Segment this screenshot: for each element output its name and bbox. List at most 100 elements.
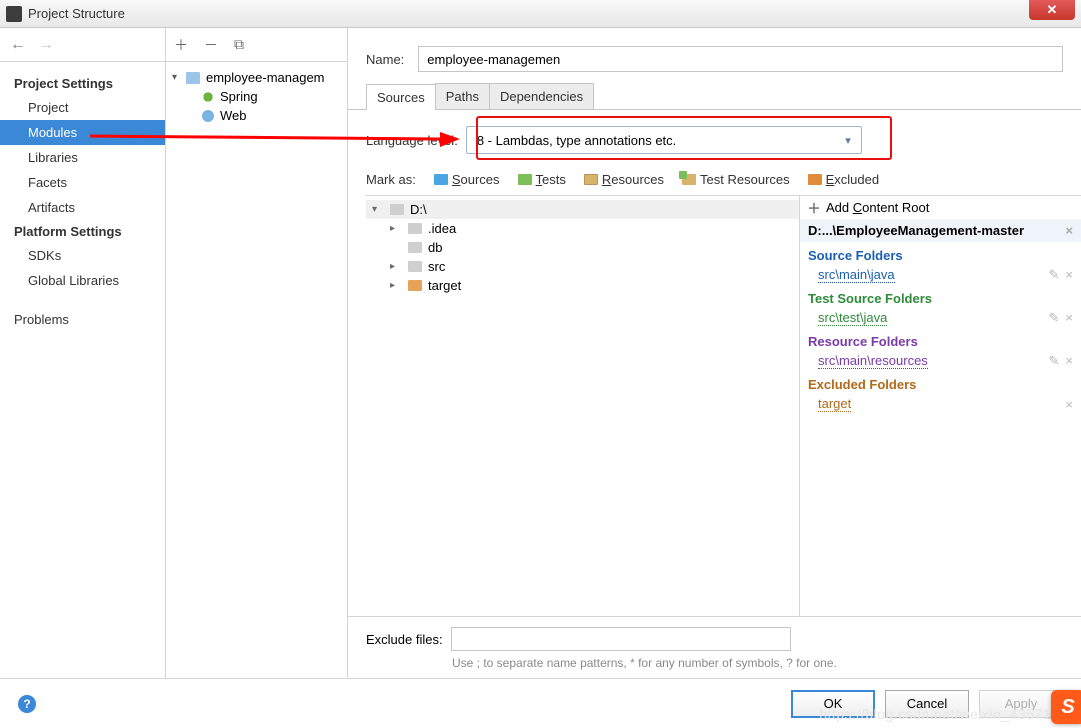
mark-tests[interactable]: Tests — [518, 172, 566, 187]
mark-sources[interactable]: Sources — [434, 172, 500, 187]
nav-item-global-libraries[interactable]: Global Libraries — [0, 268, 165, 293]
mark-resources[interactable]: Resources — [584, 172, 664, 187]
footer: ? OK Cancel Apply — [0, 678, 1081, 728]
exclude-files-label: Exclude files: — [366, 632, 443, 647]
ok-button[interactable]: OK — [791, 690, 875, 718]
tree-node-label: .idea — [428, 221, 456, 236]
test-source-folder-item[interactable]: src\test\java ✎× — [800, 308, 1081, 328]
left-sidebar: ← → Project Settings Project Modules Lib… — [0, 28, 166, 678]
lang-level-select[interactable]: 8 - Lambdas, type annotations etc. ▾ — [466, 126, 862, 154]
excluded-folder-icon — [808, 174, 822, 185]
exclude-files-input[interactable] — [451, 627, 791, 651]
tree-node-idea[interactable]: ▸ .idea — [366, 219, 799, 238]
resource-folder-item[interactable]: src\main\resources ✎× — [800, 351, 1081, 371]
remove-icon[interactable]: × — [1065, 397, 1073, 412]
remove-root-icon[interactable]: × — [1065, 223, 1073, 238]
excluded-folder-item[interactable]: target × — [800, 394, 1081, 414]
content-root-panel: ＋ Add Content Root D:...\EmployeeManagem… — [799, 196, 1081, 616]
close-button[interactable]: ✕ — [1029, 0, 1075, 20]
remove-icon[interactable]: × — [1065, 353, 1073, 369]
tab-sources[interactable]: Sources — [366, 84, 436, 110]
plus-icon: ＋ — [808, 202, 820, 214]
nav-forward-icon[interactable]: → — [38, 36, 54, 54]
titlebar: Project Structure ✕ — [0, 0, 1081, 28]
folder-icon — [408, 261, 422, 272]
section-platform-settings: Platform Settings — [0, 220, 165, 243]
nav-item-libraries[interactable]: Libraries — [0, 145, 165, 170]
cancel-button[interactable]: Cancel — [885, 690, 969, 718]
section-resource-folders: Resource Folders — [800, 328, 1081, 351]
mark-as-label: Mark as: — [366, 172, 416, 187]
tree-node-label: target — [428, 278, 461, 293]
module-root-label: employee-managem — [206, 70, 325, 85]
folder-icon — [408, 242, 422, 253]
section-source-folders: Source Folders — [800, 242, 1081, 265]
mark-test-resources[interactable]: Test Resources — [682, 172, 790, 187]
module-child-label: Web — [220, 108, 247, 123]
web-icon — [202, 110, 214, 122]
module-root[interactable]: ▾ employee-managem — [168, 68, 345, 87]
section-excluded-folders: Excluded Folders — [800, 371, 1081, 394]
chevron-down-icon: ▾ — [845, 134, 851, 147]
chevron-right-icon: ▸ — [390, 280, 402, 291]
tree-root-label: D:\ — [410, 202, 427, 217]
window-title: Project Structure — [28, 6, 1029, 21]
copy-module-icon[interactable]: ⧉ — [234, 36, 244, 53]
nav-back-icon[interactable]: ← — [10, 36, 26, 54]
tree-node-target[interactable]: ▸ target — [366, 276, 799, 295]
mark-excluded[interactable]: Excluded — [808, 172, 879, 187]
chevron-down-icon: ▾ — [372, 204, 384, 215]
resources-folder-icon — [584, 174, 598, 185]
help-icon[interactable]: ? — [18, 695, 36, 713]
edit-icon[interactable]: ✎ — [1049, 310, 1060, 326]
name-input[interactable] — [418, 46, 1063, 72]
content-root-path-text: D:...\EmployeeManagement-master — [808, 223, 1024, 238]
folder-icon — [408, 223, 422, 234]
module-child-spring[interactable]: Spring — [168, 87, 345, 106]
remove-icon[interactable]: × — [1065, 310, 1073, 326]
tree-node-db[interactable]: db — [366, 238, 799, 257]
section-project-settings: Project Settings — [0, 72, 165, 95]
chevron-right-icon: ▸ — [390, 223, 402, 234]
edit-icon[interactable]: ✎ — [1049, 267, 1060, 283]
nav-item-project[interactable]: Project — [0, 95, 165, 120]
exclude-files-hint: Use ; to separate name patterns, * for a… — [452, 655, 1063, 672]
test-resources-folder-icon — [682, 174, 696, 185]
module-column: ＋ － ⧉ ▾ employee-managem Spring Web — [166, 28, 348, 678]
nav-item-facets[interactable]: Facets — [0, 170, 165, 195]
tests-folder-icon — [518, 174, 532, 185]
nav-item-modules[interactable]: Modules — [0, 120, 165, 145]
nav-item-artifacts[interactable]: Artifacts — [0, 195, 165, 220]
app-logo — [6, 6, 22, 22]
lang-level-label: Language level: — [366, 133, 458, 148]
section-test-source-folders: Test Source Folders — [800, 285, 1081, 308]
excluded-folder-icon — [408, 280, 422, 291]
add-module-icon[interactable]: ＋ — [174, 35, 188, 55]
remove-icon[interactable]: × — [1065, 267, 1073, 283]
tab-paths[interactable]: Paths — [435, 83, 490, 109]
edit-icon[interactable]: ✎ — [1049, 353, 1060, 369]
folder-icon — [390, 204, 404, 215]
tree-node-label: src — [428, 259, 445, 274]
sogou-logo-icon: S — [1051, 690, 1081, 724]
nav-item-sdks[interactable]: SDKs — [0, 243, 165, 268]
sources-folder-icon — [434, 174, 448, 185]
nav-item-problems[interactable]: Problems — [0, 307, 165, 332]
tree-root[interactable]: ▾ D:\ — [366, 200, 799, 219]
right-pane: Name: Sources Paths Dependencies Languag… — [348, 28, 1081, 678]
chevron-right-icon: ▸ — [390, 261, 402, 272]
lang-level-value: 8 - Lambdas, type annotations etc. — [477, 133, 676, 148]
chevron-down-icon: ▾ — [172, 72, 182, 83]
remove-module-icon[interactable]: － — [204, 35, 218, 55]
module-child-label: Spring — [220, 89, 258, 104]
spring-icon — [202, 91, 214, 103]
tab-dependencies[interactable]: Dependencies — [489, 83, 594, 109]
module-child-web[interactable]: Web — [168, 106, 345, 125]
source-folder-item[interactable]: src\main\java ✎× — [800, 265, 1081, 285]
name-label: Name: — [366, 52, 404, 67]
content-root-path[interactable]: D:...\EmployeeManagement-master × — [800, 219, 1081, 242]
tree-node-label: db — [428, 240, 442, 255]
add-content-root[interactable]: ＋ Add Content Root — [800, 196, 1081, 219]
source-tree: ▾ D:\ ▸ .idea db ▸ — [366, 196, 799, 616]
tree-node-src[interactable]: ▸ src — [366, 257, 799, 276]
